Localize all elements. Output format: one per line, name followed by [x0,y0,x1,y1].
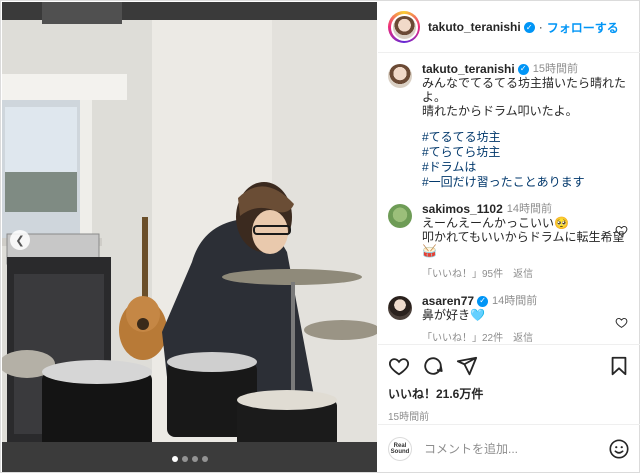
caption-author-username[interactable]: takuto_teranishi [422,62,515,76]
like-count[interactable]: いいね！21.6万件 [388,385,630,402]
caption-author-avatar[interactable] [388,64,412,88]
comment-timestamp[interactable]: 14時間前 [507,202,552,216]
caption-line: みんなでてるてる坊主描いたら晴れたよ。 [422,76,627,104]
comment-heart-icon[interactable] [615,224,628,237]
pagination-dot [181,456,188,462]
instagram-post-window: ❮ takuto_teranishi ✓ · フォローする takuto_ter… [0,0,640,473]
verified-badge-icon: ✓ [523,21,535,33]
post-actions: いいね！21.6万件 15時間前 [378,344,640,423]
caption: takuto_teranishi ✓ 15時間前 みんなでてるてる坊主描いたら晴… [388,62,630,190]
commenter-username[interactable]: sakimos_1102 [422,202,503,216]
pagination-dot [191,456,198,462]
bookmark-icon[interactable] [608,355,630,377]
chevron-left-icon: ❮ [15,234,25,247]
comment-text: 鼻が好き🩵 [422,308,485,322]
drum-room-photo [2,2,377,472]
comment-reply-button[interactable]: 返信 [513,268,533,282]
heart-icon[interactable] [388,355,410,377]
comment-item: sakimos_1102 14時間前 えーんえーんかっこいい🥺 叩かれてもいいか… [388,202,630,282]
author-username[interactable]: takuto_teranishi [428,20,521,34]
comment-input[interactable] [424,441,608,456]
post-header: takuto_teranishi ✓ · フォローする [378,2,640,53]
post-timestamp[interactable]: 15時間前 [388,408,630,423]
author-avatar-story-ring[interactable] [388,11,420,43]
comment-timestamp[interactable]: 14時間前 [492,294,537,308]
comment-heart-icon[interactable] [615,316,628,329]
post-side-panel: takuto_teranishi ✓ · フォローする takuto_teran… [378,2,640,472]
author-info: takuto_teranishi ✓ · フォローする [428,19,619,36]
comment-bubble-icon[interactable] [422,355,444,377]
photo-pagination-dots [2,456,377,462]
pagination-dot [201,456,208,462]
caption-line: 晴れたからドラム叩いたよ。 [422,104,578,118]
author-avatar [390,13,418,41]
current-user-avatar[interactable]: Real Sound [388,436,412,461]
caption-timestamp[interactable]: 15時間前 [533,62,578,76]
commenter-username[interactable]: asaren77 [422,294,474,308]
comment-text: えーんえーんかっこいい🥺 叩かれてもいいからドラムに転生希望🥁 [422,216,625,258]
verified-badge-icon: ✓ [477,295,489,307]
follow-button[interactable]: フォローする [547,19,619,36]
action-icon-row [388,355,630,377]
comment-reply-button[interactable]: 返信 [513,332,533,344]
comment-like-count[interactable]: 「いいね！」95件 [422,268,503,282]
comment-like-count[interactable]: 「いいね！」22件 [422,332,503,344]
commenter-avatar[interactable] [388,296,412,320]
smiley-icon[interactable] [608,438,630,460]
paper-plane-icon[interactable] [456,355,478,377]
hashtag-link[interactable]: #一回だけ習ったことあります [422,175,630,190]
comment-item: asaren77 ✓ 14時間前 鼻が好き🩵 「いいね！」22件 返信 [388,294,630,344]
commenter-avatar[interactable] [388,204,412,228]
comments-list[interactable]: takuto_teranishi ✓ 15時間前 みんなでてるてる坊主描いたら晴… [378,54,640,344]
previous-photo-button[interactable]: ❮ [10,230,30,250]
verified-badge-icon: ✓ [517,63,529,75]
dot-separator: · [538,20,543,34]
hashtag-link[interactable]: #てらてら坊主 [422,145,630,160]
pagination-dot [171,456,178,462]
add-comment-bar: Real Sound [378,424,640,472]
current-user-avatar-label: Real Sound [390,442,410,455]
hashtag-list: #てるてる坊主 #てらてら坊主 #ドラムは #一回だけ習ったことあります [422,130,630,190]
post-photo[interactable]: ❮ [2,2,377,472]
hashtag-link[interactable]: #てるてる坊主 [422,130,630,145]
hashtag-link[interactable]: #ドラムは [422,160,630,175]
